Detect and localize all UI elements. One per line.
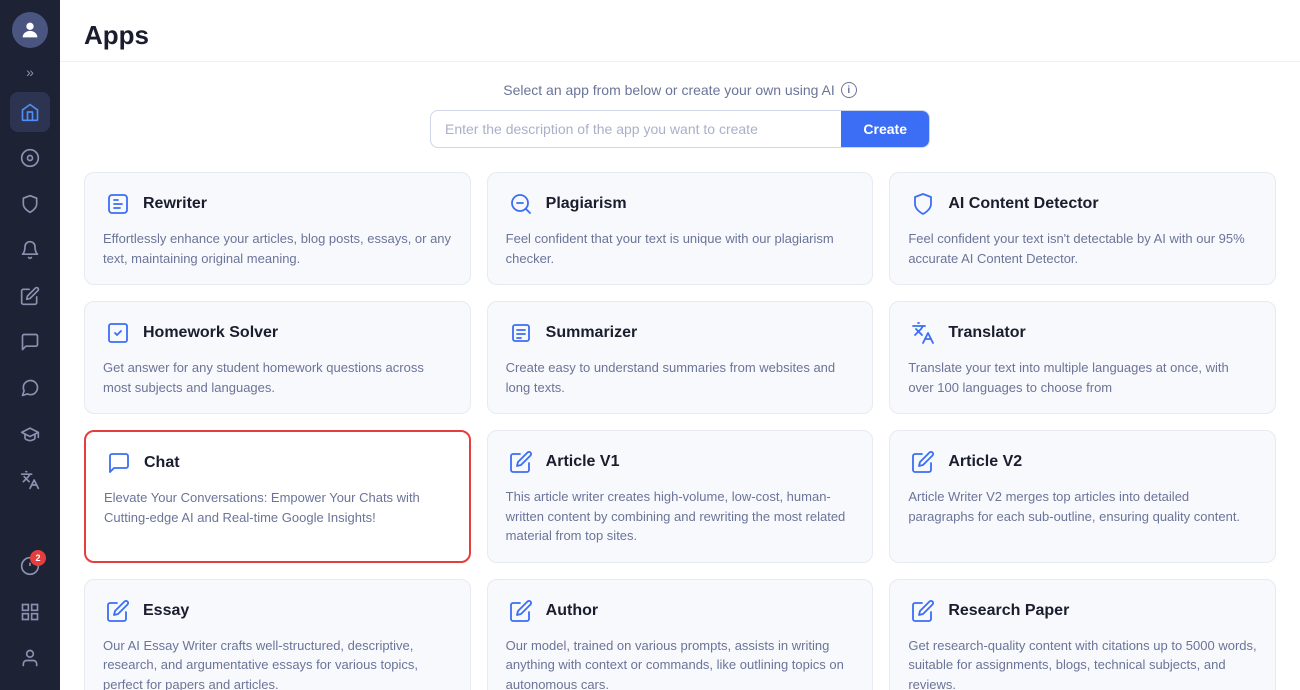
app-description-input[interactable]	[431, 111, 841, 147]
app-name-plagiarism: Plagiarism	[546, 195, 627, 213]
app-card-header: Article V1	[506, 447, 855, 477]
app-description-article-v1: This article writer creates high-volume,…	[506, 487, 855, 546]
app-description-ai-content-detector: Feel confident your text isn't detectabl…	[908, 229, 1257, 268]
sidebar-collapse-button[interactable]: »	[10, 62, 50, 82]
sidebar-item-user[interactable]	[10, 638, 50, 678]
sidebar-item-graduation[interactable]	[10, 414, 50, 454]
app-icon-ai-content-detector	[908, 189, 938, 219]
app-card-header: Rewriter	[103, 189, 452, 219]
info-icon[interactable]: i	[841, 82, 857, 98]
app-card-article-v2[interactable]: Article V2 Article Writer V2 merges top …	[889, 430, 1276, 563]
create-hint: Select an app from below or create your …	[503, 82, 857, 98]
content-area: Select an app from below or create your …	[60, 62, 1300, 690]
page-title: Apps	[84, 20, 1276, 51]
app-description-chat: Elevate Your Conversations: Empower Your…	[104, 488, 451, 527]
app-card-article-v1[interactable]: Article V1 This article writer creates h…	[487, 430, 874, 563]
app-icon-article-v1	[506, 447, 536, 477]
app-name-homework-solver: Homework Solver	[143, 324, 278, 342]
app-card-essay[interactable]: Essay Our AI Essay Writer crafts well-st…	[84, 579, 471, 690]
app-name-translator: Translator	[948, 324, 1025, 342]
app-icon-translator	[908, 318, 938, 348]
sidebar-item-grid[interactable]	[10, 592, 50, 632]
app-description-author: Our model, trained on various prompts, a…	[506, 636, 855, 690]
app-name-summarizer: Summarizer	[546, 324, 638, 342]
sidebar-item-home[interactable]	[10, 92, 50, 132]
app-name-article-v1: Article V1	[546, 453, 620, 471]
create-app-button[interactable]: Create	[841, 111, 929, 147]
app-card-translator[interactable]: Translator Translate your text into mult…	[889, 301, 1276, 414]
sidebar-badge: 2	[30, 550, 46, 566]
sidebar-item-shield[interactable]	[10, 184, 50, 224]
sidebar-item-translate[interactable]	[10, 460, 50, 500]
app-icon-plagiarism	[506, 189, 536, 219]
app-card-header: Chat	[104, 448, 451, 478]
app-description-translator: Translate your text into multiple langua…	[908, 358, 1257, 397]
app-card-header: Research Paper	[908, 596, 1257, 626]
app-description-homework-solver: Get answer for any student homework ques…	[103, 358, 452, 397]
app-name-research-paper: Research Paper	[948, 602, 1069, 620]
app-description-research-paper: Get research-quality content with citati…	[908, 636, 1257, 690]
app-name-essay: Essay	[143, 602, 189, 620]
app-name-author: Author	[546, 602, 598, 620]
app-card-plagiarism[interactable]: Plagiarism Feel confident that your text…	[487, 172, 874, 285]
app-name-chat: Chat	[144, 454, 180, 472]
create-section: Select an app from below or create your …	[84, 82, 1276, 148]
app-card-header: Plagiarism	[506, 189, 855, 219]
app-card-rewriter[interactable]: Rewriter Effortlessly enhance your artic…	[84, 172, 471, 285]
app-icon-rewriter	[103, 189, 133, 219]
app-card-ai-content-detector[interactable]: AI Content Detector Feel confident your …	[889, 172, 1276, 285]
app-card-header: Article V2	[908, 447, 1257, 477]
app-name-ai-content-detector: AI Content Detector	[948, 195, 1098, 213]
page-header: Apps	[60, 0, 1300, 62]
app-card-author[interactable]: Author Our model, trained on various pro…	[487, 579, 874, 690]
app-card-header: Homework Solver	[103, 318, 452, 348]
sidebar-item-chat1[interactable]	[10, 322, 50, 362]
create-hint-text: Select an app from below or create your …	[503, 82, 835, 98]
app-icon-essay	[103, 596, 133, 626]
sidebar-logo	[12, 12, 48, 48]
main-content: Apps Select an app from below or create …	[60, 0, 1300, 690]
apps-grid: Rewriter Effortlessly enhance your artic…	[84, 172, 1276, 690]
app-card-header: Translator	[908, 318, 1257, 348]
create-input-row: Create	[430, 110, 930, 148]
app-description-summarizer: Create easy to understand summaries from…	[506, 358, 855, 397]
sidebar-item-star[interactable]	[10, 138, 50, 178]
app-card-chat[interactable]: Chat Elevate Your Conversations: Empower…	[84, 430, 471, 563]
app-card-summarizer[interactable]: Summarizer Create easy to understand sum…	[487, 301, 874, 414]
app-icon-research-paper	[908, 596, 938, 626]
app-card-header: Author	[506, 596, 855, 626]
app-description-essay: Our AI Essay Writer crafts well-structur…	[103, 636, 452, 690]
app-icon-homework-solver	[103, 318, 133, 348]
app-description-plagiarism: Feel confident that your text is unique …	[506, 229, 855, 268]
sidebar-item-message[interactable]	[10, 368, 50, 408]
app-description-rewriter: Effortlessly enhance your articles, blog…	[103, 229, 452, 268]
app-card-research-paper[interactable]: Research Paper Get research-quality cont…	[889, 579, 1276, 690]
sidebar: »	[0, 0, 60, 690]
app-name-article-v2: Article V2	[948, 453, 1022, 471]
app-name-rewriter: Rewriter	[143, 195, 207, 213]
app-card-header: Summarizer	[506, 318, 855, 348]
app-icon-summarizer	[506, 318, 536, 348]
sidebar-item-edit[interactable]	[10, 276, 50, 316]
app-card-header: Essay	[103, 596, 452, 626]
app-card-homework-solver[interactable]: Homework Solver Get answer for any stude…	[84, 301, 471, 414]
sidebar-item-alert[interactable]: 2	[10, 546, 50, 586]
app-icon-chat	[104, 448, 134, 478]
sidebar-item-bell[interactable]	[10, 230, 50, 270]
app-card-header: AI Content Detector	[908, 189, 1257, 219]
app-icon-author	[506, 596, 536, 626]
app-description-article-v2: Article Writer V2 merges top articles in…	[908, 487, 1257, 526]
app-icon-article-v2	[908, 447, 938, 477]
